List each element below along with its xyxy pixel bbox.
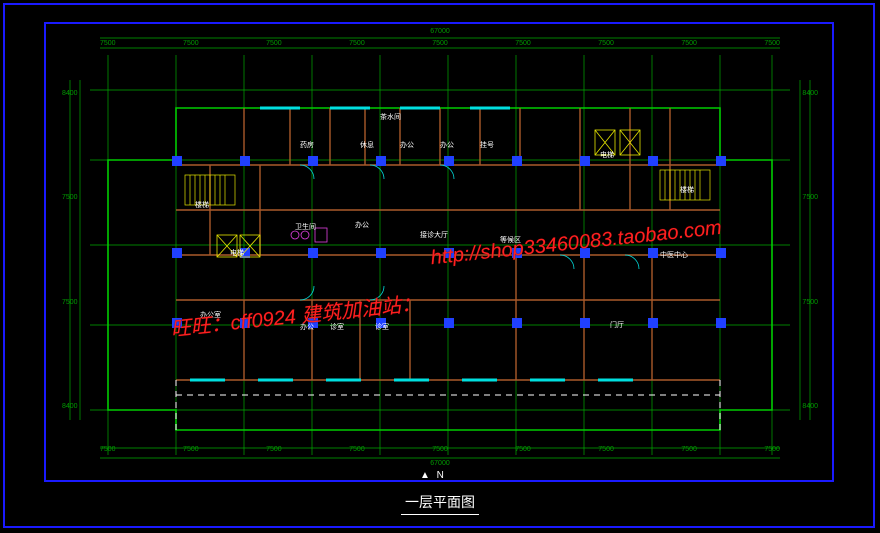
room-label: 门厅	[610, 320, 624, 330]
dim: 7500	[802, 194, 818, 201]
dim: 7500	[62, 299, 78, 306]
dim: 7500	[764, 40, 780, 60]
dim: 7500	[183, 40, 199, 60]
dim: 7500	[266, 446, 282, 466]
dim: 7500	[349, 40, 365, 60]
dim: 8400	[62, 90, 78, 97]
dim: 7500	[681, 446, 697, 466]
drawing-title-wrap: 一层平面图	[0, 492, 880, 515]
dim: 8400	[62, 403, 78, 410]
room-label: 休息	[360, 140, 374, 150]
room-label: 中医中心	[660, 250, 688, 260]
room-label: 办公室	[200, 310, 221, 320]
dim: 8400	[802, 403, 818, 410]
room-label: 挂号	[480, 140, 494, 150]
dim: 7500	[349, 446, 365, 466]
drawing-title: 一层平面图	[401, 492, 479, 515]
dim: 7500	[100, 446, 116, 466]
dim: 7500	[432, 446, 448, 466]
dim-row-top: 7500 7500 7500 7500 7500 7500 7500 7500 …	[100, 40, 780, 60]
room-label: 药房	[300, 140, 314, 150]
north-arrow: ▲ N	[420, 470, 446, 481]
dim-total-top: 67000	[0, 28, 880, 35]
dim: 7500	[598, 446, 614, 466]
dim: 7500	[681, 40, 697, 60]
dim: 7500	[266, 40, 282, 60]
dim: 7500	[764, 446, 780, 466]
room-label: 茶水间	[380, 112, 401, 122]
dim-col-right: 8400 7500 7500 8400	[802, 90, 818, 410]
dim: 7500	[802, 299, 818, 306]
dim: 7500	[515, 446, 531, 466]
dim: 7500	[515, 40, 531, 60]
dim: 7500	[100, 40, 116, 60]
dim: 7500	[62, 194, 78, 201]
room-label: 办公	[355, 220, 369, 230]
room-label: 等候区	[500, 235, 521, 245]
dim: 7500	[432, 40, 448, 60]
room-label: 办公	[300, 322, 314, 332]
dim-row-bottom: 7500 7500 7500 7500 7500 7500 7500 7500 …	[100, 446, 780, 466]
dim: 7500	[183, 446, 199, 466]
room-label: 办公	[400, 140, 414, 150]
room-label: 办公	[440, 140, 454, 150]
room-label: 电梯	[230, 248, 244, 258]
room-label: 诊室	[330, 322, 344, 332]
room-label: 卫生间	[295, 222, 316, 232]
room-label: 楼梯	[680, 185, 694, 195]
room-label: 接诊大厅	[420, 230, 448, 240]
room-label: 诊室	[375, 322, 389, 332]
dim: 7500	[598, 40, 614, 60]
dim: 8400	[802, 90, 818, 97]
room-label: 电梯	[600, 150, 614, 160]
room-label: 楼梯	[195, 200, 209, 210]
dim-col-left: 8400 7500 7500 8400	[62, 90, 78, 410]
